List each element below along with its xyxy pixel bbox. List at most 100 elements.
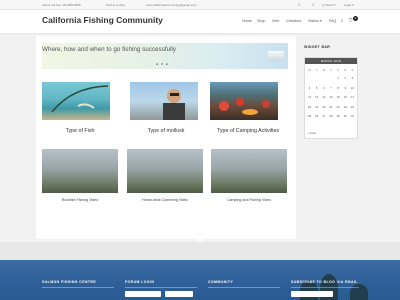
nav-item-home[interactable]: Home (242, 19, 252, 23)
calendar-day[interactable]: 10 (349, 84, 356, 94)
forum-username-field[interactable] (125, 291, 161, 297)
twitter-icon[interactable]: t (310, 2, 316, 8)
calendar-prev-link[interactable]: « Feb (308, 131, 316, 135)
cart-icon[interactable]: ⛉ (349, 18, 352, 23)
camping-category-image[interactable] (210, 82, 278, 120)
calendar-day[interactable]: 8 (335, 84, 342, 94)
slider-dots[interactable]: ● ⏸ ● (156, 62, 169, 66)
calendar-day (306, 74, 313, 84)
footer-heading-subscribe: SUBSCRIBE TO BLOG VIA EMAIL (291, 280, 358, 284)
phone-text: call us toll free 415-895-9695 (42, 3, 81, 7)
boat-image (268, 51, 284, 61)
calendar-day[interactable]: 23 (342, 103, 349, 113)
site-header: California Fishing Community Home Shop V… (0, 10, 400, 34)
site-footer: SALMON FISHING CENTRE FORUM LOGIN COMMUN… (0, 260, 400, 300)
calendar-weekday: S (351, 68, 354, 72)
calendar-day[interactable]: 14 (327, 93, 334, 103)
forum-password-field[interactable] (165, 291, 193, 297)
calendar-day[interactable]: 17 (349, 93, 356, 103)
calendar-weekday: T (330, 68, 332, 72)
login-label: Login (344, 3, 352, 7)
facebook-icon[interactable]: f (296, 2, 302, 8)
nav-item-checkout[interactable]: Checkout (286, 19, 301, 23)
calendar-weekday: F (337, 68, 339, 72)
video-title-camping[interactable]: Camping and Fishing Video (211, 198, 287, 202)
video-title-clamming[interactable]: Horse-neck Clamming Video (127, 198, 203, 202)
sidebar-title: WIDGET BAR (304, 45, 331, 49)
video-thumbnail-rockfish[interactable] (42, 149, 118, 193)
video-title-rockfish[interactable]: Rockfish Fishing Video (42, 198, 118, 202)
footer-rule (208, 287, 280, 288)
language-selector[interactable]: ◎ Dutch ▾ (322, 3, 336, 7)
calendar-day[interactable]: 20 (320, 103, 327, 113)
calendar-day[interactable]: 31 (349, 112, 356, 122)
calendar-day[interactable]: 28 (327, 112, 334, 122)
divider-notch (196, 238, 204, 242)
calendar-day[interactable]: 26 (313, 112, 320, 122)
calendar-grid: M T W T F S S 1 2 3 4 5 6 7 8 9 10 11 12 13 14 15 16 17 18 19 20 21… (305, 64, 357, 124)
calendar-day[interactable]: 5 (313, 84, 320, 94)
calendar-day[interactable]: 15 (335, 93, 342, 103)
calendar-day[interactable]: 22 (335, 103, 342, 113)
video-thumbnail-camping[interactable] (211, 149, 287, 193)
nav-item-faq[interactable]: FAQ (329, 19, 336, 23)
fishing-rod-graphic (51, 85, 109, 113)
calendar-day (313, 74, 320, 84)
calendar-day[interactable]: 29 (335, 112, 342, 122)
footer-heading-forum: FORUM LOGIN (125, 280, 155, 284)
nav-item-vent[interactable]: Vent (272, 19, 279, 23)
search-icon[interactable]: ⌕ (341, 18, 344, 23)
calendar-weekday: W (322, 68, 326, 72)
calendar-day[interactable]: 4 (306, 84, 313, 94)
footer-rule (125, 287, 197, 288)
video-thumbnail-clamming[interactable] (127, 149, 203, 193)
nav-item-shop[interactable]: Shop (257, 19, 265, 23)
category-title-camping[interactable]: Type of Camping Activities (208, 128, 288, 134)
calendar-day[interactable]: 24 (349, 103, 356, 113)
calendar-day[interactable]: 11 (306, 93, 313, 103)
category-title-fish[interactable]: Type of Fish (42, 128, 118, 134)
calendar-day[interactable]: 18 (306, 103, 313, 113)
calendar-widget: MARCH 2019 M T W T F S S 1 2 3 4 5 6 7 8 9 10 11 12 13 14 15 1… (304, 57, 358, 139)
calendar-day[interactable]: 6 (320, 84, 327, 94)
find-shop-link[interactable]: Find at a shop (106, 3, 125, 7)
footer-rule (42, 287, 114, 288)
person-graphic (163, 89, 185, 120)
category-title-mollusk[interactable]: Type of mollusk (126, 128, 206, 134)
calendar-day[interactable]: 21 (327, 103, 334, 113)
calendar-day[interactable]: 25 (306, 112, 313, 122)
calendar-weekday: M (308, 68, 311, 72)
footer-rule (291, 287, 359, 288)
calendar-day[interactable]: 13 (320, 93, 327, 103)
campfire-graphic (219, 98, 270, 115)
top-bar: call us toll free 415-895-9695 Find at a… (0, 0, 400, 10)
calendar-day[interactable]: 9 (342, 84, 349, 94)
section-divider (0, 242, 400, 260)
hero-title: Where, how and when to go fishing succes… (42, 46, 177, 53)
cart-count-badge: 0 (353, 16, 358, 21)
calendar-day[interactable]: 16 (342, 93, 349, 103)
calendar-weekday: S (344, 68, 347, 72)
calendar-weekday: T (315, 68, 318, 72)
email-link[interactable]: www.californiacommunity@gmail.com (146, 3, 196, 7)
calendar-day[interactable]: 19 (313, 103, 320, 113)
site-logo[interactable]: California Fishing Community (42, 15, 163, 25)
login-link[interactable]: Login ▾ (344, 3, 354, 7)
calendar-day (327, 74, 334, 84)
nav-videos-label: Videos (308, 19, 319, 23)
footer-heading-salmon: SALMON FISHING CENTRE (42, 280, 97, 284)
calendar-day[interactable]: 2 (342, 74, 349, 84)
mollusk-category-image[interactable] (130, 82, 198, 120)
nav-item-videos[interactable]: Videos ▾ (308, 19, 322, 23)
subscribe-email-field[interactable] (291, 291, 333, 297)
calendar-day[interactable]: 30 (342, 112, 349, 122)
language-label: Dutch (325, 3, 334, 7)
calendar-day[interactable]: 27 (320, 112, 327, 122)
calendar-day[interactable]: 7 (327, 84, 334, 94)
footer-heading-community: COMMUNITY (208, 280, 234, 284)
calendar-day[interactable]: 12 (313, 93, 320, 103)
calendar-day[interactable]: 3 (349, 74, 356, 84)
fish-category-image[interactable] (42, 82, 110, 120)
calendar-day (320, 74, 327, 84)
calendar-day[interactable]: 1 (335, 74, 342, 84)
